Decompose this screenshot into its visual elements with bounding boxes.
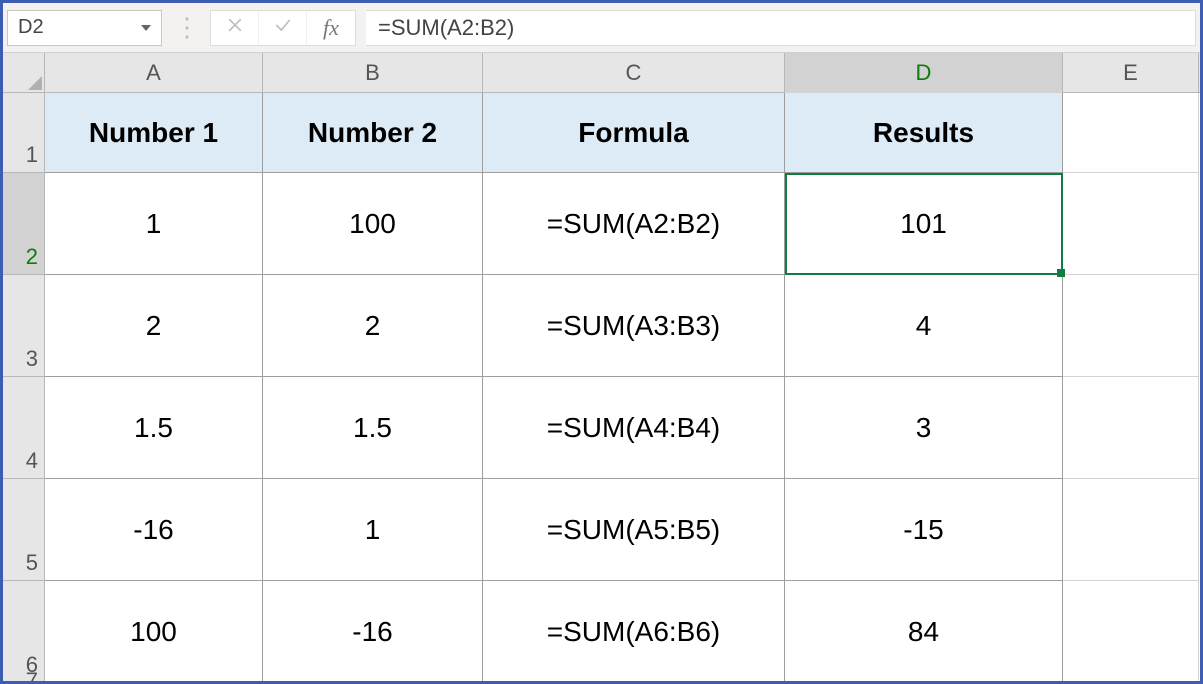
formula-input[interactable] — [366, 10, 1196, 46]
worksheet[interactable]: A B C D E 1 2 3 4 5 6 7 Number 1 Number … — [3, 53, 1200, 681]
cell-C5[interactable]: =SUM(A5:B5) — [483, 479, 785, 581]
table-row: Number 1 Number 2 Formula Results — [45, 93, 1200, 173]
cell-C2[interactable]: =SUM(A2:B2) — [483, 173, 785, 275]
cell-B2[interactable]: 100 — [263, 173, 483, 275]
cell-E5[interactable] — [1063, 479, 1199, 581]
cell-C4[interactable]: =SUM(A4:B4) — [483, 377, 785, 479]
cell-grid: Number 1 Number 2 Formula Results 1 100 … — [45, 93, 1200, 681]
name-box-value: D2 — [18, 16, 141, 39]
cancel-button[interactable] — [211, 11, 259, 45]
column-header-A[interactable]: A — [45, 53, 263, 93]
cell-A1[interactable]: Number 1 — [45, 93, 263, 173]
column-header-D[interactable]: D — [785, 53, 1063, 93]
formula-bar: D2 ⋮ fx — [3, 3, 1200, 53]
cell-D3[interactable]: 4 — [785, 275, 1063, 377]
column-headers: A B C D E — [45, 53, 1200, 93]
formula-bar-buttons: fx — [210, 10, 356, 46]
cell-A4[interactable]: 1.5 — [45, 377, 263, 479]
cell-D5[interactable]: -15 — [785, 479, 1063, 581]
cell-D4[interactable]: 3 — [785, 377, 1063, 479]
cell-C1[interactable]: Formula — [483, 93, 785, 173]
column-header-C[interactable]: C — [483, 53, 785, 93]
table-row: 2 2 =SUM(A3:B3) 4 — [45, 275, 1200, 377]
column-header-B[interactable]: B — [263, 53, 483, 93]
cell-E1[interactable] — [1063, 93, 1199, 173]
cell-E4[interactable] — [1063, 377, 1199, 479]
cell-B5[interactable]: 1 — [263, 479, 483, 581]
cell-B4[interactable]: 1.5 — [263, 377, 483, 479]
cell-B6[interactable]: -16 — [263, 581, 483, 681]
insert-function-button[interactable]: fx — [307, 11, 355, 45]
enter-button[interactable] — [259, 11, 307, 45]
table-row: 1.5 1.5 =SUM(A4:B4) 3 — [45, 377, 1200, 479]
cell-E6[interactable] — [1063, 581, 1199, 681]
row-header-3[interactable]: 3 — [3, 275, 44, 377]
select-all-corner[interactable] — [3, 53, 45, 93]
close-icon — [225, 15, 245, 40]
table-row: 100 -16 =SUM(A6:B6) 84 — [45, 581, 1200, 681]
row-headers: 1 2 3 4 5 6 7 — [3, 93, 45, 681]
table-row: -16 1 =SUM(A5:B5) -15 — [45, 479, 1200, 581]
cell-E3[interactable] — [1063, 275, 1199, 377]
cell-A6[interactable]: 100 — [45, 581, 263, 681]
cell-A5[interactable]: -16 — [45, 479, 263, 581]
table-row: 1 100 =SUM(A2:B2) 101 — [45, 173, 1200, 275]
row-header-2[interactable]: 2 — [3, 173, 44, 275]
cell-D2[interactable]: 101 — [785, 173, 1063, 275]
cell-B1[interactable]: Number 2 — [263, 93, 483, 173]
fx-icon: fx — [323, 15, 339, 41]
row-header-4[interactable]: 4 — [3, 377, 44, 479]
cell-D6[interactable]: 84 — [785, 581, 1063, 681]
cell-C6[interactable]: =SUM(A6:B6) — [483, 581, 785, 681]
cell-C3[interactable]: =SUM(A3:B3) — [483, 275, 785, 377]
cell-E2[interactable] — [1063, 173, 1199, 275]
row-header-1[interactable]: 1 — [3, 93, 44, 173]
name-box[interactable]: D2 — [7, 10, 162, 46]
app-frame: D2 ⋮ fx A B C D — [0, 0, 1203, 684]
cell-A2[interactable]: 1 — [45, 173, 263, 275]
cell-B3[interactable]: 2 — [263, 275, 483, 377]
formula-bar-resize-handle[interactable]: ⋮ — [172, 12, 200, 43]
cell-D1[interactable]: Results — [785, 93, 1063, 173]
check-icon — [273, 15, 293, 40]
cell-A3[interactable]: 2 — [45, 275, 263, 377]
row-header-6[interactable]: 6 — [3, 581, 44, 681]
column-header-E[interactable]: E — [1063, 53, 1199, 93]
chevron-down-icon[interactable] — [141, 25, 151, 31]
row-header-5[interactable]: 5 — [3, 479, 44, 581]
